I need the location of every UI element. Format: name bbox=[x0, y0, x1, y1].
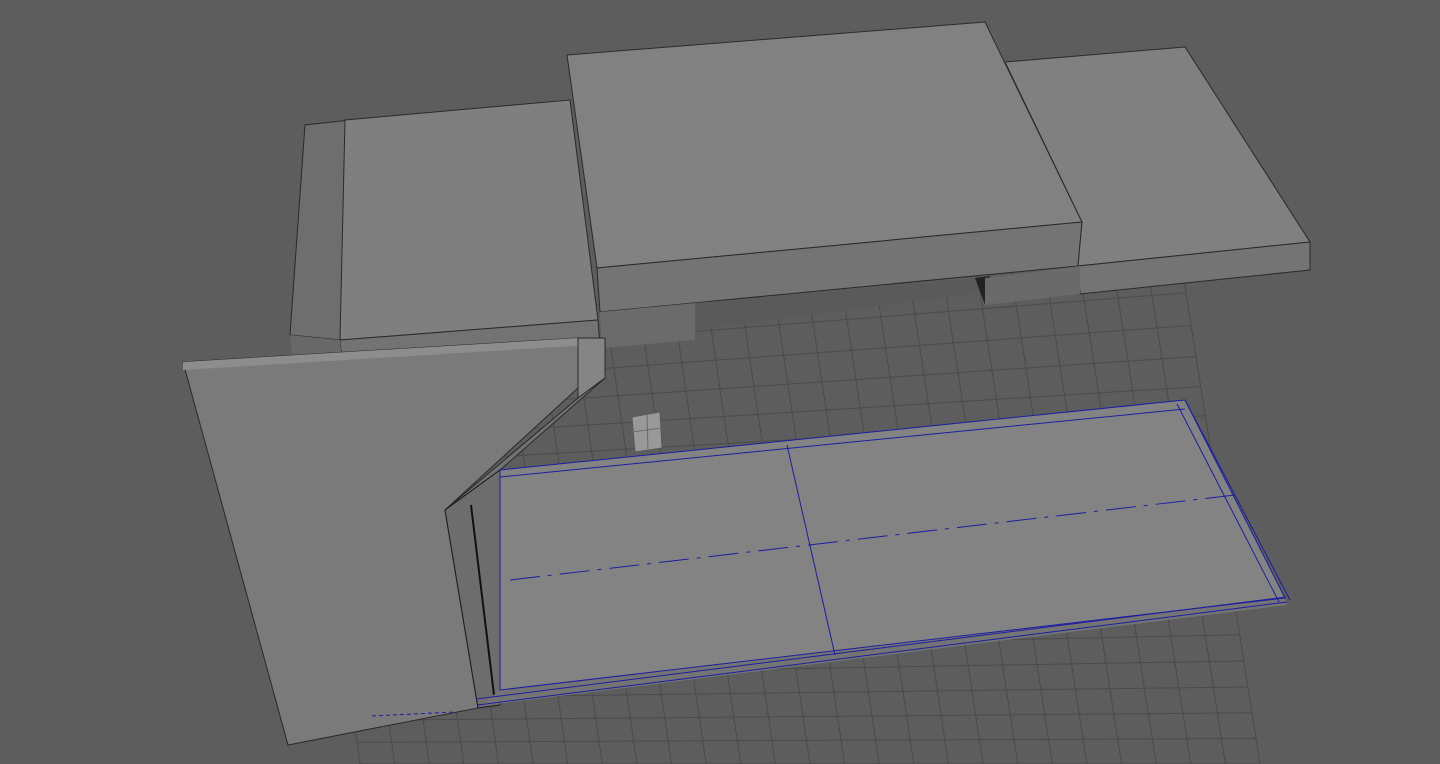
small-cube[interactable] bbox=[631, 411, 663, 453]
3d-viewport[interactable] bbox=[0, 0, 1440, 764]
viewport-scene[interactable] bbox=[0, 0, 1440, 764]
left-top-block[interactable] bbox=[289, 99, 601, 363]
